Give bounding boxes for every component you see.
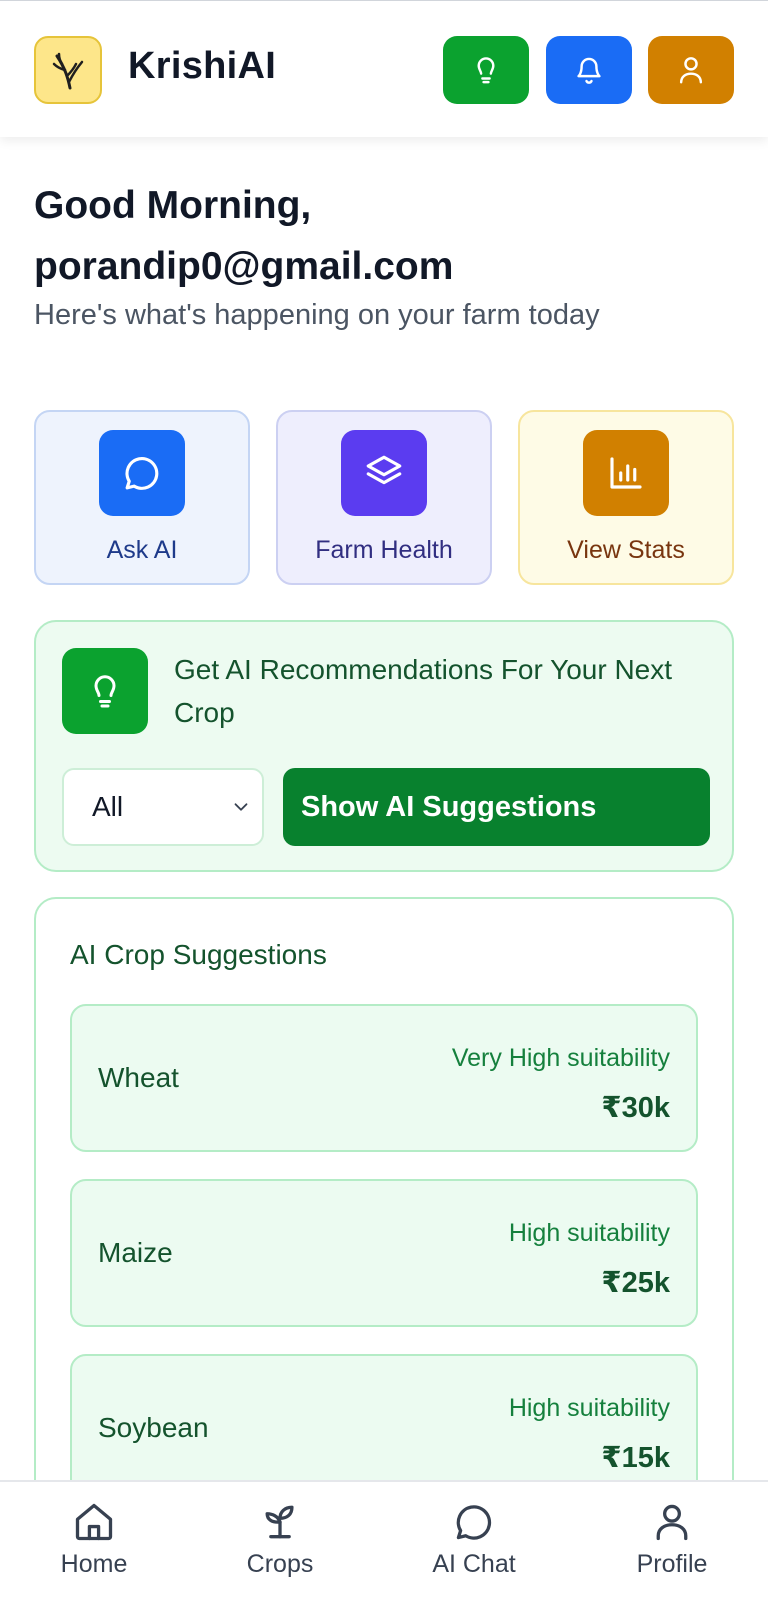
layers-icon: [341, 430, 427, 516]
profile-button[interactable]: [648, 36, 734, 104]
recommendations-button[interactable]: [443, 36, 529, 104]
chevron-down-icon: [234, 803, 248, 811]
crop-name: Wheat: [98, 1062, 179, 1093]
crop-suggestion-card[interactable]: Wheat Very High suitability ₹30k: [70, 1004, 698, 1152]
user-icon: [679, 57, 703, 84]
chat-bubble-icon: [99, 430, 185, 516]
recommendation-card: Get AI Recommendations For Your Next Cro…: [34, 620, 734, 872]
crop-suitability: High suitability: [508, 1219, 670, 1247]
crop-suggestion-card[interactable]: Maize High suitability ₹25k: [70, 1179, 698, 1327]
nav-item-crops[interactable]: Crops: [220, 1500, 340, 1579]
top-app-bar: KrishiAI: [0, 0, 768, 137]
crop-price: ₹30k: [601, 1092, 670, 1124]
home-icon: [75, 1503, 113, 1541]
recommendation-title: Get AI Recommendations For Your Next Cro…: [174, 654, 673, 728]
lightbulb-icon: [477, 57, 495, 84]
bell-icon: [577, 57, 601, 84]
crop-price: ₹15k: [601, 1442, 670, 1474]
nav-item-ai-chat[interactable]: AI Chat: [414, 1500, 534, 1579]
greeting-line: Good Morning,: [34, 184, 312, 227]
ask-ai-label: Ask AI: [106, 536, 178, 564]
view-stats-label: View Stats: [567, 536, 685, 564]
farm-health-card[interactable]: Farm Health: [276, 410, 492, 585]
bottom-navigation: Home Crops AI Chat Profile: [0, 1480, 768, 1600]
nav-label: Crops: [246, 1550, 314, 1578]
bar-chart-icon: [583, 430, 669, 516]
notifications-button[interactable]: [546, 36, 632, 104]
show-ai-suggestions-button[interactable]: Show AI Suggestions: [283, 768, 710, 846]
nav-label: Home: [60, 1550, 128, 1578]
nav-label: AI Chat: [432, 1550, 516, 1578]
lightbulb-icon: [62, 648, 148, 734]
view-stats-card[interactable]: View Stats: [518, 410, 734, 585]
wheat-logo-icon: [34, 36, 102, 104]
crop-suitability: Very High suitability: [451, 1044, 670, 1072]
crop-filter-value: All: [92, 791, 124, 822]
crop-price: ₹25k: [601, 1267, 670, 1299]
ask-ai-card[interactable]: Ask AI: [34, 410, 250, 585]
nav-item-home[interactable]: Home: [34, 1500, 154, 1579]
user-email: porandip0@gmail.com: [34, 245, 454, 288]
chat-bubble-icon: [456, 1505, 492, 1540]
nav-item-profile[interactable]: Profile: [612, 1500, 732, 1579]
farm-health-label: Farm Health: [315, 536, 453, 564]
nav-label: Profile: [636, 1550, 708, 1578]
crop-name: Maize: [98, 1237, 173, 1268]
crop-suitability: High suitability: [508, 1394, 670, 1422]
suggestions-title: AI Crop Suggestions: [70, 939, 327, 970]
user-icon: [656, 1504, 688, 1541]
sprout-icon: [265, 1505, 294, 1539]
app-title: KrishiAI: [128, 45, 277, 87]
greeting-heading: Good Morning, porandip0@gmail.com: [34, 175, 734, 297]
crop-filter-select[interactable]: All: [62, 768, 264, 846]
crop-name: Soybean: [98, 1412, 209, 1443]
greeting-subtitle: Here's what's happening on your farm tod…: [34, 299, 600, 331]
